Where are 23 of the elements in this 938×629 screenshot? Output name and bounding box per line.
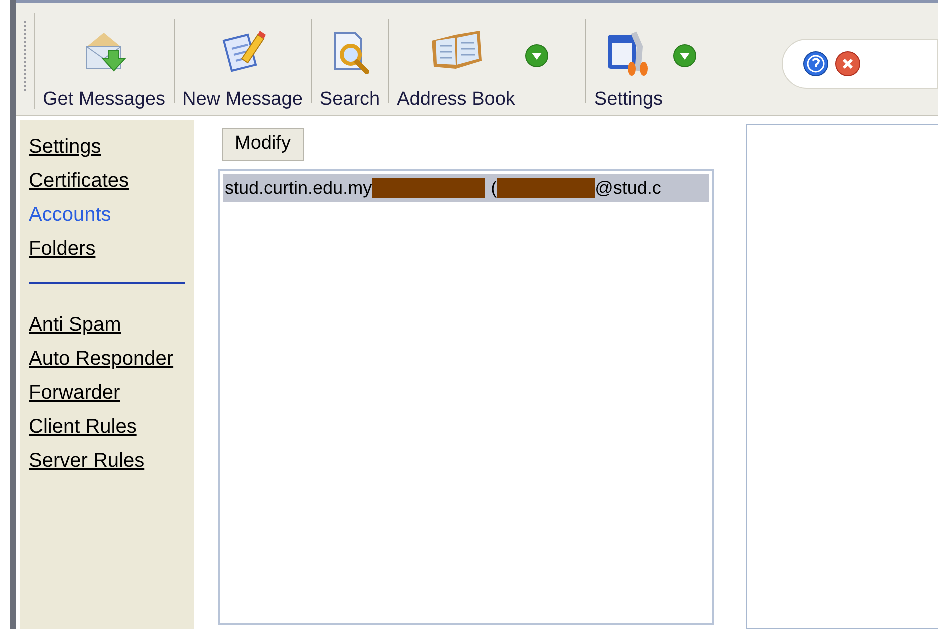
sidebar-link[interactable]: Certificates [29, 164, 130, 198]
sidebar-link[interactable]: Server Rules [29, 444, 145, 478]
sidebar-link[interactable]: Client Rules [29, 410, 137, 444]
account-paren: ( [491, 176, 498, 200]
account-email: @stud.c [595, 176, 662, 200]
close-icon[interactable] [835, 51, 862, 77]
account-server: stud.curtin.edu.my [225, 176, 372, 200]
help-icon[interactable] [803, 51, 830, 77]
toolbar-button[interactable]: Address Book [395, 13, 580, 109]
sidebar-link[interactable]: Settings [29, 130, 102, 164]
sidebar-link[interactable]: Forwarder [29, 376, 120, 410]
sidebar-link[interactable]: Anti Spam [29, 308, 122, 342]
toolbar-button[interactable]: Search [318, 13, 382, 109]
toolbar-button[interactable]: Settings [592, 13, 728, 109]
toolbar-button[interactable]: New Message [180, 13, 305, 109]
sidebar-link[interactable]: Folders [29, 232, 96, 266]
toolbar-button[interactable]: Get Messages [41, 13, 168, 109]
modify-button[interactable]: Modify [222, 128, 304, 161]
dropdown-icon[interactable] [673, 44, 698, 68]
account-row[interactable]: stud.curtin.edu.my ( @stud.c [223, 174, 709, 202]
sidebar-link[interactable]: Accounts [29, 198, 112, 232]
dropdown-icon[interactable] [525, 44, 550, 68]
sidebar-link[interactable]: Auto Responder [29, 342, 174, 376]
